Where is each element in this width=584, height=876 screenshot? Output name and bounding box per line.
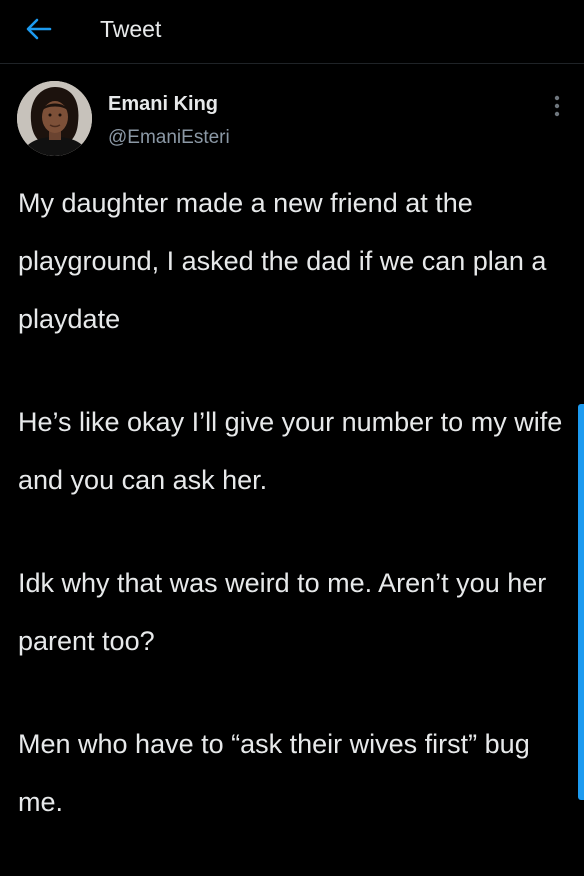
profile-photo (17, 81, 92, 156)
more-vertical-icon (554, 95, 560, 117)
scrollbar[interactable] (578, 404, 584, 800)
page-title: Tweet (100, 16, 162, 42)
avatar[interactable] (17, 81, 92, 156)
tweet-body: My daughter made a new friend at the pla… (18, 174, 563, 876)
top-bar: Tweet (0, 0, 584, 64)
author-name[interactable]: Emani King (108, 92, 218, 116)
more-options-button[interactable] (545, 92, 569, 120)
arrow-left-icon (26, 18, 52, 40)
author-handle[interactable]: @EmaniEsteri (108, 126, 230, 150)
back-button[interactable] (22, 12, 56, 46)
tweet-author: Emani King @EmaniEsteri (0, 64, 584, 164)
tweet-paragraph: My daughter made a new friend at the pla… (18, 188, 547, 334)
tweet-paragraph: He’s like okay I’ll give your number to … (18, 407, 563, 495)
tweet-paragraph: Men who have to “ask their wives first” … (18, 729, 530, 817)
tweet-paragraph: Idk why that was weird to me. Aren’t you… (18, 568, 547, 656)
